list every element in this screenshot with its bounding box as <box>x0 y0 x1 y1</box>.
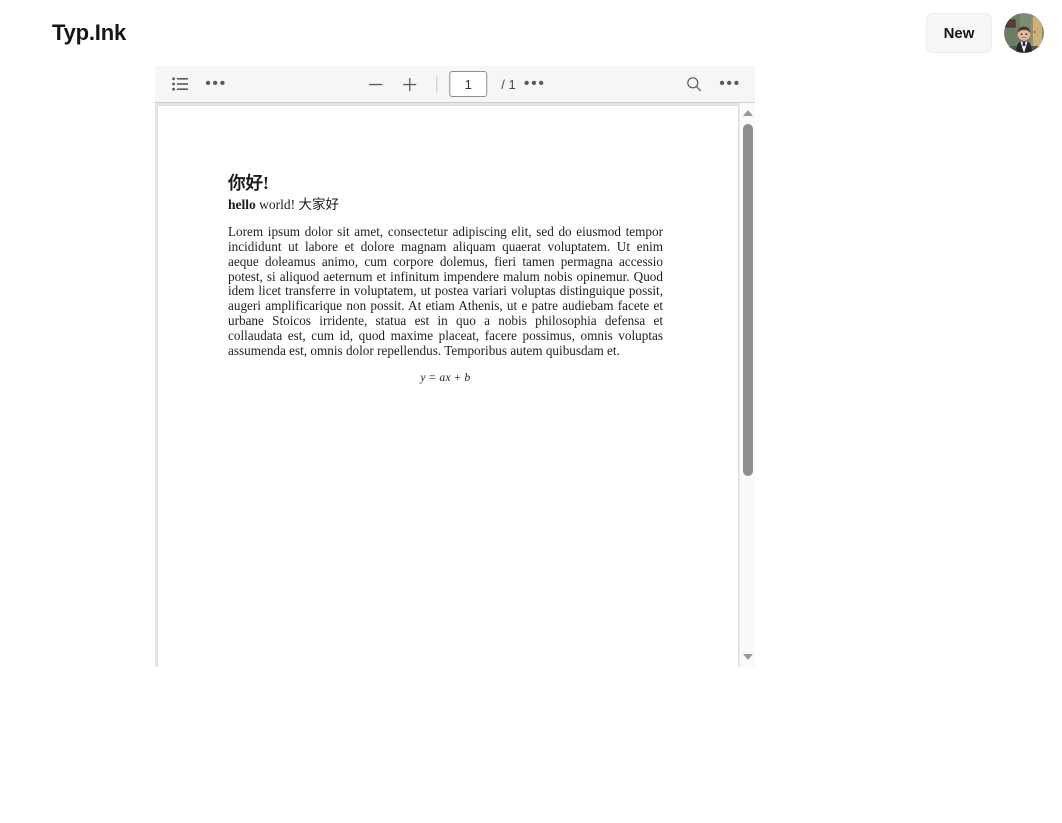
page-total-label: / 1 <box>501 76 516 92</box>
toolbar-right-more-icon[interactable]: ••• <box>715 70 745 98</box>
math-lhs: y <box>420 371 426 384</box>
more-horizontal-icon: ••• <box>523 75 546 92</box>
scroll-down-arrow-icon[interactable] <box>740 649 756 665</box>
more-horizontal-icon: ••• <box>719 75 741 92</box>
app-header: Typ.Ink New <box>0 0 1062 66</box>
pdf-page-scroll-area[interactable]: 你好! hello world! 大家好 Lorem ipsum dolor s… <box>155 103 755 667</box>
toolbar-left-group: ••• <box>165 70 231 98</box>
document-subtitle-bold: hello <box>228 197 256 212</box>
toolbar-center-more-icon[interactable]: ••• <box>520 70 550 98</box>
search-icon <box>687 77 701 92</box>
app-brand-logo: Typ.Ink <box>52 20 126 45</box>
math-plus: + <box>454 371 462 384</box>
pdf-page: 你好! hello world! 大家好 Lorem ipsum dolor s… <box>158 106 738 667</box>
pdf-viewer: ••• / 1 ••• <box>155 66 755 667</box>
page-number-input[interactable] <box>449 71 488 97</box>
document-subtitle: hello world! 大家好 <box>228 196 663 213</box>
more-horizontal-icon: ••• <box>205 75 227 92</box>
math-rhs-b: b <box>464 371 471 384</box>
document-paragraph: Lorem ipsum dolor sit amet, consectetur … <box>228 224 663 358</box>
list-outline-icon[interactable] <box>165 70 195 98</box>
new-button[interactable]: New <box>926 13 992 53</box>
pdf-toolbar: ••• / 1 ••• <box>155 66 755 103</box>
header-actions: New <box>926 13 1044 53</box>
toolbar-left-more-icon[interactable]: ••• <box>201 70 231 98</box>
document-math-equation: y = ax + b <box>228 372 663 384</box>
pdf-scrollbar[interactable] <box>739 103 755 667</box>
zoom-out-button[interactable] <box>360 70 390 98</box>
toolbar-right-group: ••• <box>679 70 745 98</box>
document-title: 你好! <box>228 173 269 193</box>
scroll-up-arrow-icon[interactable] <box>740 105 756 121</box>
document-content: 你好! hello world! 大家好 Lorem ipsum dolor s… <box>228 173 663 384</box>
toolbar-center-group: / 1 ••• <box>360 70 549 98</box>
math-equals: = <box>429 371 437 384</box>
search-button[interactable] <box>679 70 709 98</box>
toolbar-divider <box>436 75 438 93</box>
zoom-in-button[interactable] <box>394 70 424 98</box>
user-avatar[interactable] <box>1004 13 1044 53</box>
math-rhs-a: ax <box>439 371 451 384</box>
document-subtitle-rest: world! 大家好 <box>255 197 340 212</box>
scroll-thumb[interactable] <box>743 124 753 476</box>
